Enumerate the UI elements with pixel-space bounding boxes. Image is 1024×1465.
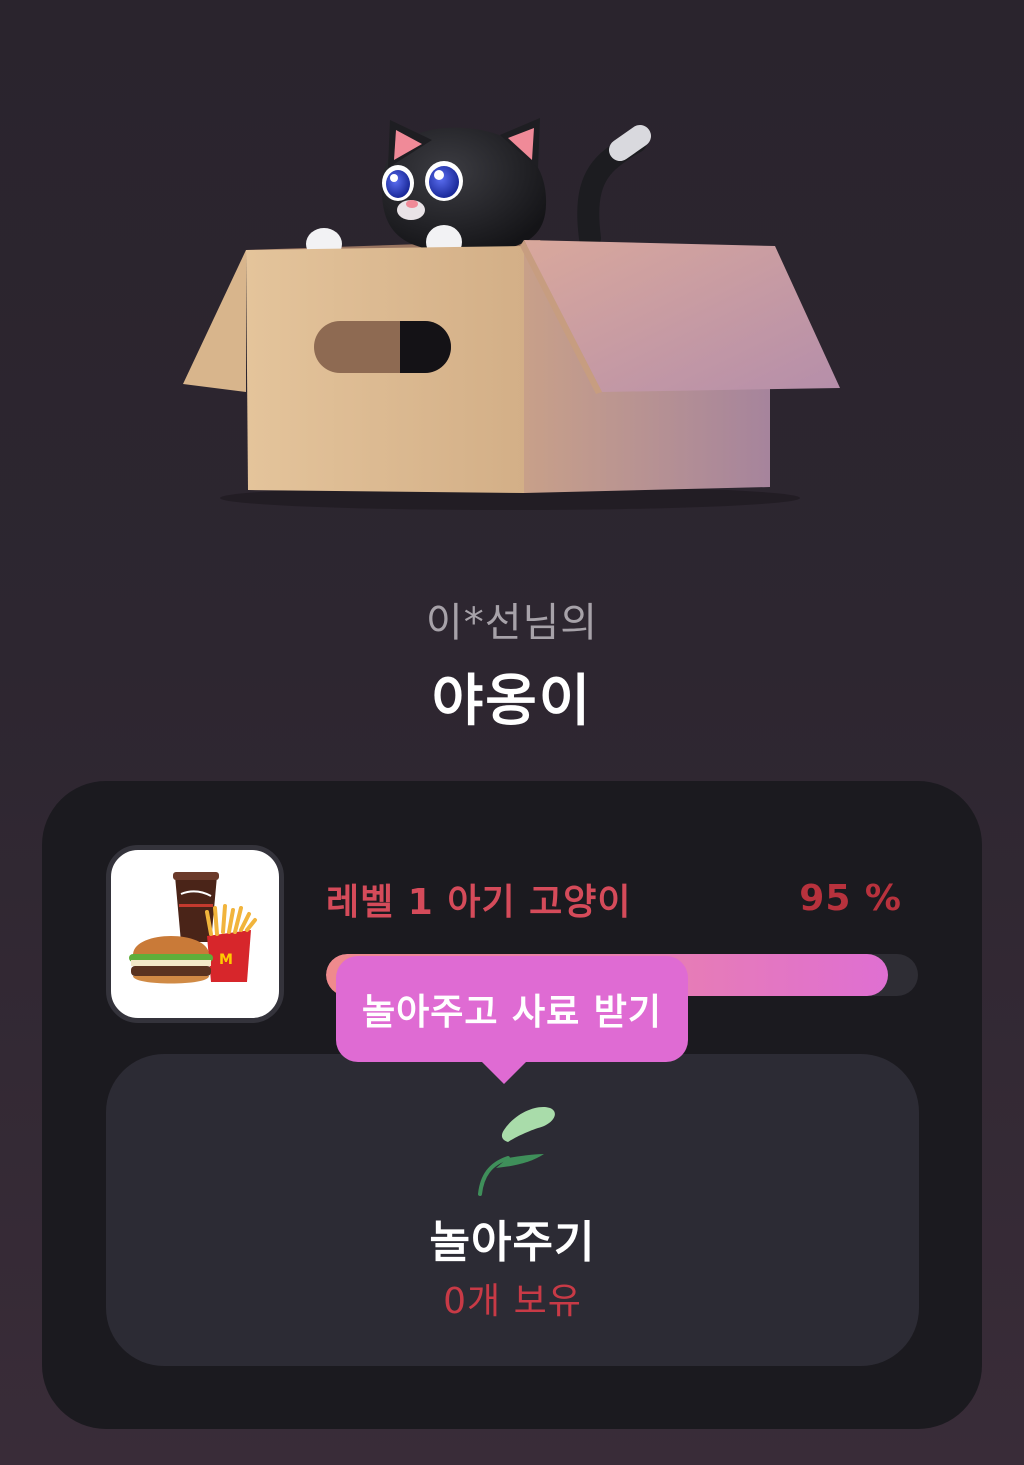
progress-value: 95 % xyxy=(799,878,902,919)
play-title: 놀아주기 xyxy=(429,1217,596,1268)
owner-label: 이*선님의 xyxy=(425,600,599,646)
hero-illustration xyxy=(0,0,1024,560)
level-label: 레벨 1 아기 고양이 xyxy=(326,882,632,923)
svg-text:M: M xyxy=(219,952,233,968)
reward-image[interactable]: M xyxy=(106,845,284,1023)
burger-set-image: M xyxy=(129,872,257,984)
leaf-toy-icon xyxy=(478,1106,555,1196)
pet-name: 야옹이 xyxy=(431,669,593,734)
play-button[interactable]: 놀아주기 0개 보유 xyxy=(106,1054,919,1366)
pet-status-card: M 레벨 1 아기 고양이 95 % 놀아주고 사료 받기 놀아주기 0개 보유 xyxy=(42,781,982,1429)
play-item-count: 0개 보유 xyxy=(443,1281,582,1322)
feed-hint-tooltip: 놀아주고 사료 받기 xyxy=(336,956,688,1084)
cat-in-box-image xyxy=(183,118,840,510)
